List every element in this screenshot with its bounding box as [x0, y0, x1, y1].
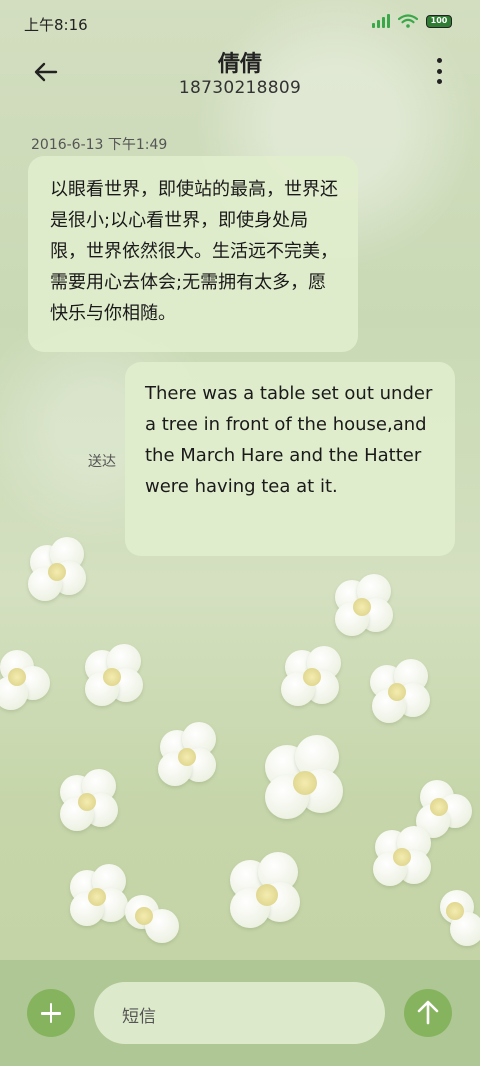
outgoing-message-text: There was a table set out under a tree i…	[145, 383, 433, 497]
conversation-header: 倩倩 18730218809	[0, 44, 480, 104]
outgoing-message-bubble[interactable]: There was a table set out under a tree i…	[125, 362, 455, 556]
signal-icon	[372, 14, 390, 28]
send-arrow-icon	[417, 1000, 439, 1025]
incoming-message-bubble[interactable]: 以眼看世界，即使站的最高，世界还是很小;以心看世界，即使身处局限，世界依然很大。…	[28, 156, 358, 352]
composer-bar: 短信	[0, 960, 480, 1066]
contact-phone: 18730218809	[178, 78, 302, 98]
more-vertical-icon[interactable]	[436, 58, 442, 84]
battery-icon: 100	[426, 14, 452, 28]
delivery-status: 送达	[88, 454, 116, 470]
wifi-icon	[398, 14, 418, 28]
message-input[interactable]: 短信	[94, 982, 385, 1044]
status-icons: 100	[372, 14, 452, 28]
incoming-message-text: 以眼看世界，即使站的最高，世界还是很小;以心看世界，即使身处局限，世界依然很大。…	[50, 179, 338, 324]
add-icon[interactable]	[27, 989, 75, 1037]
contact-name: 倩倩	[217, 52, 262, 77]
status-bar: 上午8:16 100	[0, 0, 480, 44]
message-input-placeholder: 短信	[122, 1007, 156, 1027]
message-timestamp: 2016-6-13 下午1:49	[31, 137, 168, 153]
status-time: 上午8:16	[24, 16, 88, 34]
send-button[interactable]	[404, 989, 452, 1037]
